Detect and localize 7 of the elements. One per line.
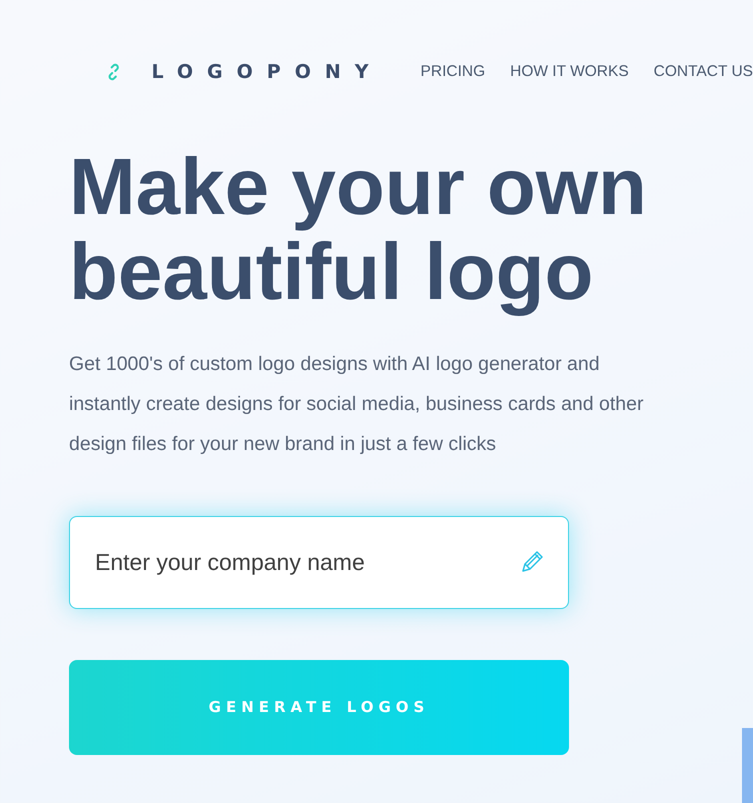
company-name-field[interactable]: Enter your company name [69, 516, 569, 609]
nav-link[interactable]: HOW IT WORKS [510, 60, 629, 84]
nav-link[interactable]: PRICING [420, 60, 486, 84]
nav-link[interactable]: CONTACT US [654, 60, 753, 84]
logo-text: LOGOPONY [151, 60, 383, 85]
hero-title: Make your own beautiful logo [69, 144, 648, 314]
hero-subtitle: Get 1000's of custom logo designs with AI logo generator and instantly create designs for social media, business cards and other design files for your new brand in just a few clicks [69, 352, 644, 457]
